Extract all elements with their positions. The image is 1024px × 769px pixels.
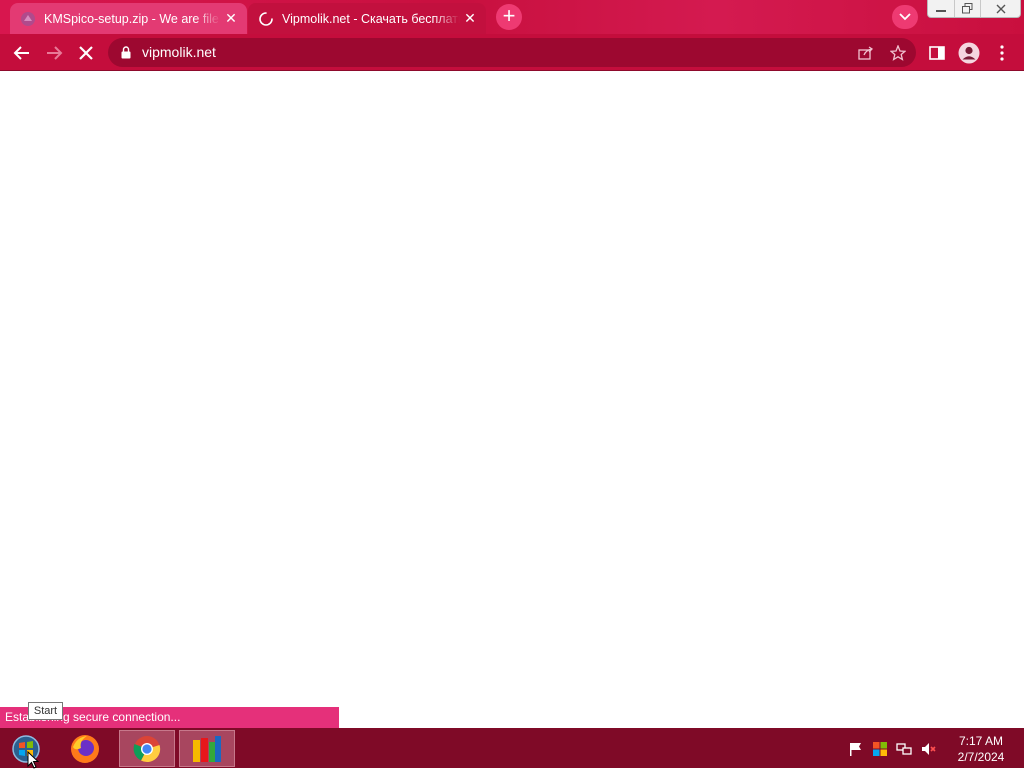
close-window-button[interactable] xyxy=(981,0,1020,17)
volume-muted-icon[interactable] xyxy=(920,741,936,757)
taskbar-avg[interactable] xyxy=(179,730,235,767)
firefox-icon xyxy=(71,734,99,763)
clock-time: 7:17 AM xyxy=(958,734,1004,748)
side-panel-button[interactable] xyxy=(924,40,950,66)
restore-button[interactable] xyxy=(955,0,982,17)
address-bar[interactable]: vipmolik.net xyxy=(108,38,916,67)
security-icon[interactable] xyxy=(872,741,888,757)
arrow-left-icon xyxy=(13,46,29,60)
stop-loading-button[interactable] xyxy=(73,40,99,66)
close-icon[interactable]: ✕ xyxy=(460,9,480,29)
stop-x-icon xyxy=(79,46,93,60)
taskbar-chrome[interactable] xyxy=(119,730,175,767)
restore-icon xyxy=(962,3,973,14)
page-content xyxy=(0,72,1024,728)
taskbar-firefox[interactable] xyxy=(63,730,107,767)
system-tray xyxy=(848,739,936,759)
tab-title: KMSpico-setup.zip - We are file f xyxy=(44,11,221,26)
avatar-icon xyxy=(958,42,980,64)
bookmark-button[interactable] xyxy=(889,44,907,62)
flag-icon[interactable] xyxy=(848,741,864,757)
menu-button[interactable] xyxy=(989,40,1015,66)
start-tooltip: Start xyxy=(28,702,63,720)
star-icon xyxy=(890,45,906,61)
new-tab-button[interactable]: + xyxy=(496,4,522,30)
arrow-right-icon xyxy=(47,46,63,60)
minimize-icon xyxy=(935,9,946,12)
back-button[interactable] xyxy=(9,40,35,66)
share-icon xyxy=(858,46,874,60)
mouse-cursor-icon xyxy=(27,751,39,769)
chevron-down-icon xyxy=(899,13,911,21)
taskbar-clock[interactable]: 7:17 AM 2/7/2024 xyxy=(950,733,1012,765)
chrome-icon xyxy=(133,735,161,762)
page-favicon-icon xyxy=(21,11,35,26)
browser-toolbar: vipmolik.net xyxy=(0,34,1024,71)
loading-spinner-icon xyxy=(259,11,273,26)
url-text: vipmolik.net xyxy=(142,44,216,60)
tab-strip: KMSpico-setup.zip - We are file f ✕ Vipm… xyxy=(0,0,1024,34)
start-button[interactable] xyxy=(6,730,46,767)
side-panel-icon xyxy=(929,46,945,60)
close-icon xyxy=(996,4,1006,13)
tab-kmspico[interactable]: KMSpico-setup.zip - We are file f ✕ xyxy=(10,3,247,34)
network-icon[interactable] xyxy=(896,741,912,757)
lock-icon xyxy=(121,46,131,59)
kebab-menu-icon xyxy=(1000,45,1004,61)
clock-date: 2/7/2024 xyxy=(957,750,1005,764)
minimize-button[interactable] xyxy=(928,0,955,17)
window-controls xyxy=(927,0,1021,18)
avg-icon xyxy=(193,735,221,762)
close-icon[interactable]: ✕ xyxy=(221,9,241,29)
tab-search-button[interactable] xyxy=(892,5,918,29)
share-button[interactable] xyxy=(857,44,875,62)
forward-button[interactable] xyxy=(41,40,67,66)
profile-button[interactable] xyxy=(956,40,982,66)
tab-title: Vipmolik.net - Скачать бесплатн xyxy=(282,11,460,26)
tab-vipmolik[interactable]: Vipmolik.net - Скачать бесплатн ✕ xyxy=(248,3,486,34)
